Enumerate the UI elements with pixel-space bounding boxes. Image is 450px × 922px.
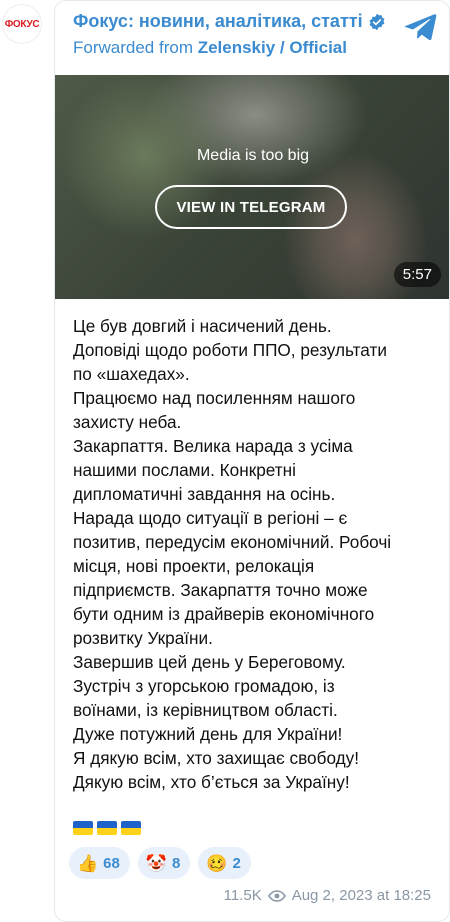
text-line: Дуже потужний день для України! — [73, 724, 343, 744]
reactions-bar: 👍 68 🤡 8 🥴 2 — [69, 847, 251, 879]
media-too-big-note: Media is too big — [196, 147, 310, 164]
channel-name[interactable]: Фокус: новини, аналітика, статті — [73, 11, 363, 32]
message-header: Фокус: новини, аналітика, статті Forward… — [73, 11, 449, 58]
text-line: підприємств. Закарпаття точно може — [73, 580, 368, 600]
text-line: розвитку України. — [73, 628, 213, 648]
view-count: 11.5K — [223, 887, 262, 904]
avatar-text: ФОКУС — [4, 18, 40, 30]
text-line: Завершив цей день у Береговому. — [73, 652, 346, 672]
reaction-thumbs-up[interactable]: 👍 68 — [69, 847, 130, 879]
verified-check-icon — [368, 13, 386, 31]
text-line: місця, нові проекти, релокація — [73, 556, 315, 576]
post-date[interactable]: Aug 2, 2023 at 18:25 — [292, 887, 431, 904]
video-preview[interactable]: Media is too big VIEW IN TELEGRAM 5:57 — [55, 75, 449, 299]
reaction-woozy[interactable]: 🥴 2 — [198, 847, 251, 879]
text-line: Це був довгий і насичений день. — [73, 316, 332, 336]
clown-face-icon: 🤡 — [145, 853, 168, 873]
flag-emojis — [73, 819, 145, 837]
reaction-count: 68 — [103, 854, 120, 872]
forwarded-source[interactable]: Zelenskiy / Official — [198, 38, 347, 57]
text-line: нашими послами. Конкретні — [73, 460, 296, 480]
video-duration: 5:57 — [393, 262, 441, 287]
text-line: Доповіді щодо роботи ППО, результати — [73, 340, 387, 360]
ukraine-flag-icon — [97, 820, 117, 835]
woozy-face-icon: 🥴 — [206, 853, 228, 873]
text-line: Працюємо над посиленням нашого — [73, 388, 356, 408]
text-line: Я дякую всім, хто захищає свободу! — [73, 748, 360, 768]
text-line: позитив, передусім економічний. Робочі — [73, 532, 392, 552]
thumbs-up-icon: 👍 — [77, 853, 99, 873]
telegram-logo-icon[interactable] — [405, 13, 437, 41]
text-line: Дякую всім, хто б’ється за Україну! — [73, 772, 350, 792]
channel-avatar[interactable]: ФОКУС — [2, 4, 42, 44]
ukraine-flag-icon — [73, 820, 93, 835]
reaction-count: 8 — [172, 854, 181, 872]
text-line: дипломатичні завдання на осінь. — [73, 484, 336, 504]
text-line: по «шахедах». — [73, 364, 190, 384]
reaction-clown[interactable]: 🤡 8 — [137, 847, 191, 879]
forwarded-prefix: Forwarded from — [73, 38, 198, 57]
message-meta: 11.5K Aug 2, 2023 at 18:25 — [224, 887, 431, 904]
forwarded-from[interactable]: Forwarded from Zelenskiy / Official — [73, 38, 449, 58]
message-bubble: Фокус: новини, аналітика, статті Forward… — [54, 0, 450, 922]
post-text: Це був довгий і насичений день. Доповіді… — [73, 314, 439, 794]
text-line: Нарада щодо ситуації в регіоні – є — [73, 508, 348, 528]
text-line: захисту неба. — [73, 412, 182, 432]
view-in-telegram-button[interactable]: VIEW IN TELEGRAM — [155, 185, 347, 229]
text-line: бути одним із драйверів економічного — [73, 604, 375, 624]
ukraine-flag-icon — [121, 820, 141, 835]
eye-icon — [267, 889, 286, 902]
text-line: Закарпаття. Велика нарада з усіма — [73, 436, 353, 456]
text-line: Зустріч з угорською громадою, із — [73, 676, 335, 696]
reaction-count: 2 — [232, 854, 241, 872]
text-line: воїнами, із керівництвом області. — [73, 700, 338, 720]
